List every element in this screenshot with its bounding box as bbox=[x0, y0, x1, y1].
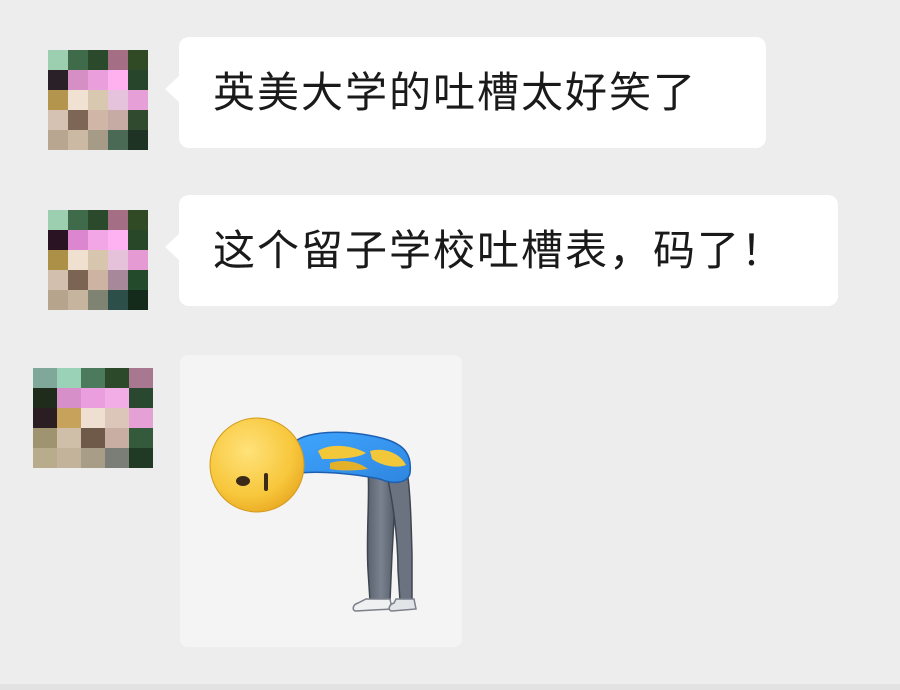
bowing-person-emoji-icon bbox=[209, 417, 417, 612]
avatar-pixel bbox=[88, 90, 108, 110]
avatar-pixel bbox=[128, 50, 148, 70]
message-bubble[interactable]: 英美大学的吐槽太好笑了 bbox=[165, 37, 766, 148]
avatar-pixel bbox=[88, 130, 108, 150]
avatar-pixel bbox=[105, 368, 129, 388]
avatar-pixel bbox=[81, 428, 105, 448]
avatar-pixel bbox=[129, 388, 153, 408]
avatar-pixel bbox=[48, 70, 68, 90]
sender-avatar[interactable] bbox=[33, 368, 153, 468]
avatar-pixel bbox=[68, 90, 88, 110]
avatar-pixel bbox=[68, 70, 88, 90]
avatar-pixel bbox=[108, 110, 128, 130]
avatar-pixel bbox=[129, 428, 153, 448]
avatar-pixel bbox=[68, 110, 88, 130]
avatar-pixel bbox=[68, 290, 88, 310]
avatar-pixel bbox=[48, 290, 68, 310]
avatar-pixel bbox=[68, 50, 88, 70]
avatar-pixel bbox=[88, 70, 108, 90]
divider bbox=[0, 684, 900, 690]
avatar-pixel bbox=[105, 448, 129, 468]
avatar-pixel bbox=[57, 388, 81, 408]
avatar-pixel bbox=[105, 408, 129, 428]
avatar-pixel bbox=[68, 250, 88, 270]
message-bubble[interactable]: 这个留子学校吐槽表，码了！ bbox=[165, 195, 838, 306]
avatar-pixel bbox=[128, 130, 148, 150]
avatar-pixel bbox=[48, 130, 68, 150]
avatar-pixel bbox=[68, 210, 88, 230]
message-text: 这个留子学校吐槽表，码了！ bbox=[213, 225, 786, 275]
avatar-pixel bbox=[48, 270, 68, 290]
avatar-pixel bbox=[33, 388, 57, 408]
avatar-pixel bbox=[68, 230, 88, 250]
avatar-pixel bbox=[48, 50, 68, 70]
avatar-pixel bbox=[57, 428, 81, 448]
avatar-pixel bbox=[48, 210, 68, 230]
avatar-pixel bbox=[57, 368, 81, 388]
avatar-pixel bbox=[108, 230, 128, 250]
avatar-pixel bbox=[129, 368, 153, 388]
avatar-pixel bbox=[128, 290, 148, 310]
avatar-pixel bbox=[129, 448, 153, 468]
avatar-pixel bbox=[128, 210, 148, 230]
avatar-pixel bbox=[108, 130, 128, 150]
avatar-pixel bbox=[48, 230, 68, 250]
avatar-pixel bbox=[33, 428, 57, 448]
avatar-pixel bbox=[57, 408, 81, 428]
avatar-pixel bbox=[88, 250, 108, 270]
avatar-pixel bbox=[128, 250, 148, 270]
sender-avatar[interactable] bbox=[48, 50, 148, 150]
avatar-pixel bbox=[48, 90, 68, 110]
sender-avatar[interactable] bbox=[48, 210, 148, 310]
avatar-pixel bbox=[68, 270, 88, 290]
avatar-pixel bbox=[108, 270, 128, 290]
avatar-pixel bbox=[105, 388, 129, 408]
sticker-message[interactable] bbox=[180, 355, 462, 647]
avatar-pixel bbox=[33, 448, 57, 468]
avatar-pixel bbox=[88, 110, 108, 130]
message-text: 英美大学的吐槽太好笑了 bbox=[213, 67, 698, 117]
avatar-pixel bbox=[128, 70, 148, 90]
avatar-pixel bbox=[129, 408, 153, 428]
avatar-pixel bbox=[48, 250, 68, 270]
avatar-pixel bbox=[48, 110, 68, 130]
avatar-pixel bbox=[81, 388, 105, 408]
avatar-pixel bbox=[33, 368, 57, 388]
avatar-pixel bbox=[108, 90, 128, 110]
avatar-pixel bbox=[108, 50, 128, 70]
avatar-pixel bbox=[88, 210, 108, 230]
avatar-pixel bbox=[108, 210, 128, 230]
avatar-pixel bbox=[108, 250, 128, 270]
avatar-pixel bbox=[108, 290, 128, 310]
avatar-pixel bbox=[33, 408, 57, 428]
avatar-pixel bbox=[57, 448, 81, 468]
avatar-pixel bbox=[81, 448, 105, 468]
avatar-pixel bbox=[88, 290, 108, 310]
avatar-pixel bbox=[81, 368, 105, 388]
avatar-pixel bbox=[128, 230, 148, 250]
avatar-pixel bbox=[88, 270, 108, 290]
avatar-pixel bbox=[88, 230, 108, 250]
avatar-pixel bbox=[128, 90, 148, 110]
chat-message-list: 英美大学的吐槽太好笑了 这个留子学校吐槽表，码了！ bbox=[0, 0, 900, 690]
avatar-pixel bbox=[68, 130, 88, 150]
avatar-pixel bbox=[88, 50, 108, 70]
avatar-pixel bbox=[128, 110, 148, 130]
avatar-pixel bbox=[81, 408, 105, 428]
avatar-pixel bbox=[128, 270, 148, 290]
avatar-pixel bbox=[105, 428, 129, 448]
avatar-pixel bbox=[108, 70, 128, 90]
